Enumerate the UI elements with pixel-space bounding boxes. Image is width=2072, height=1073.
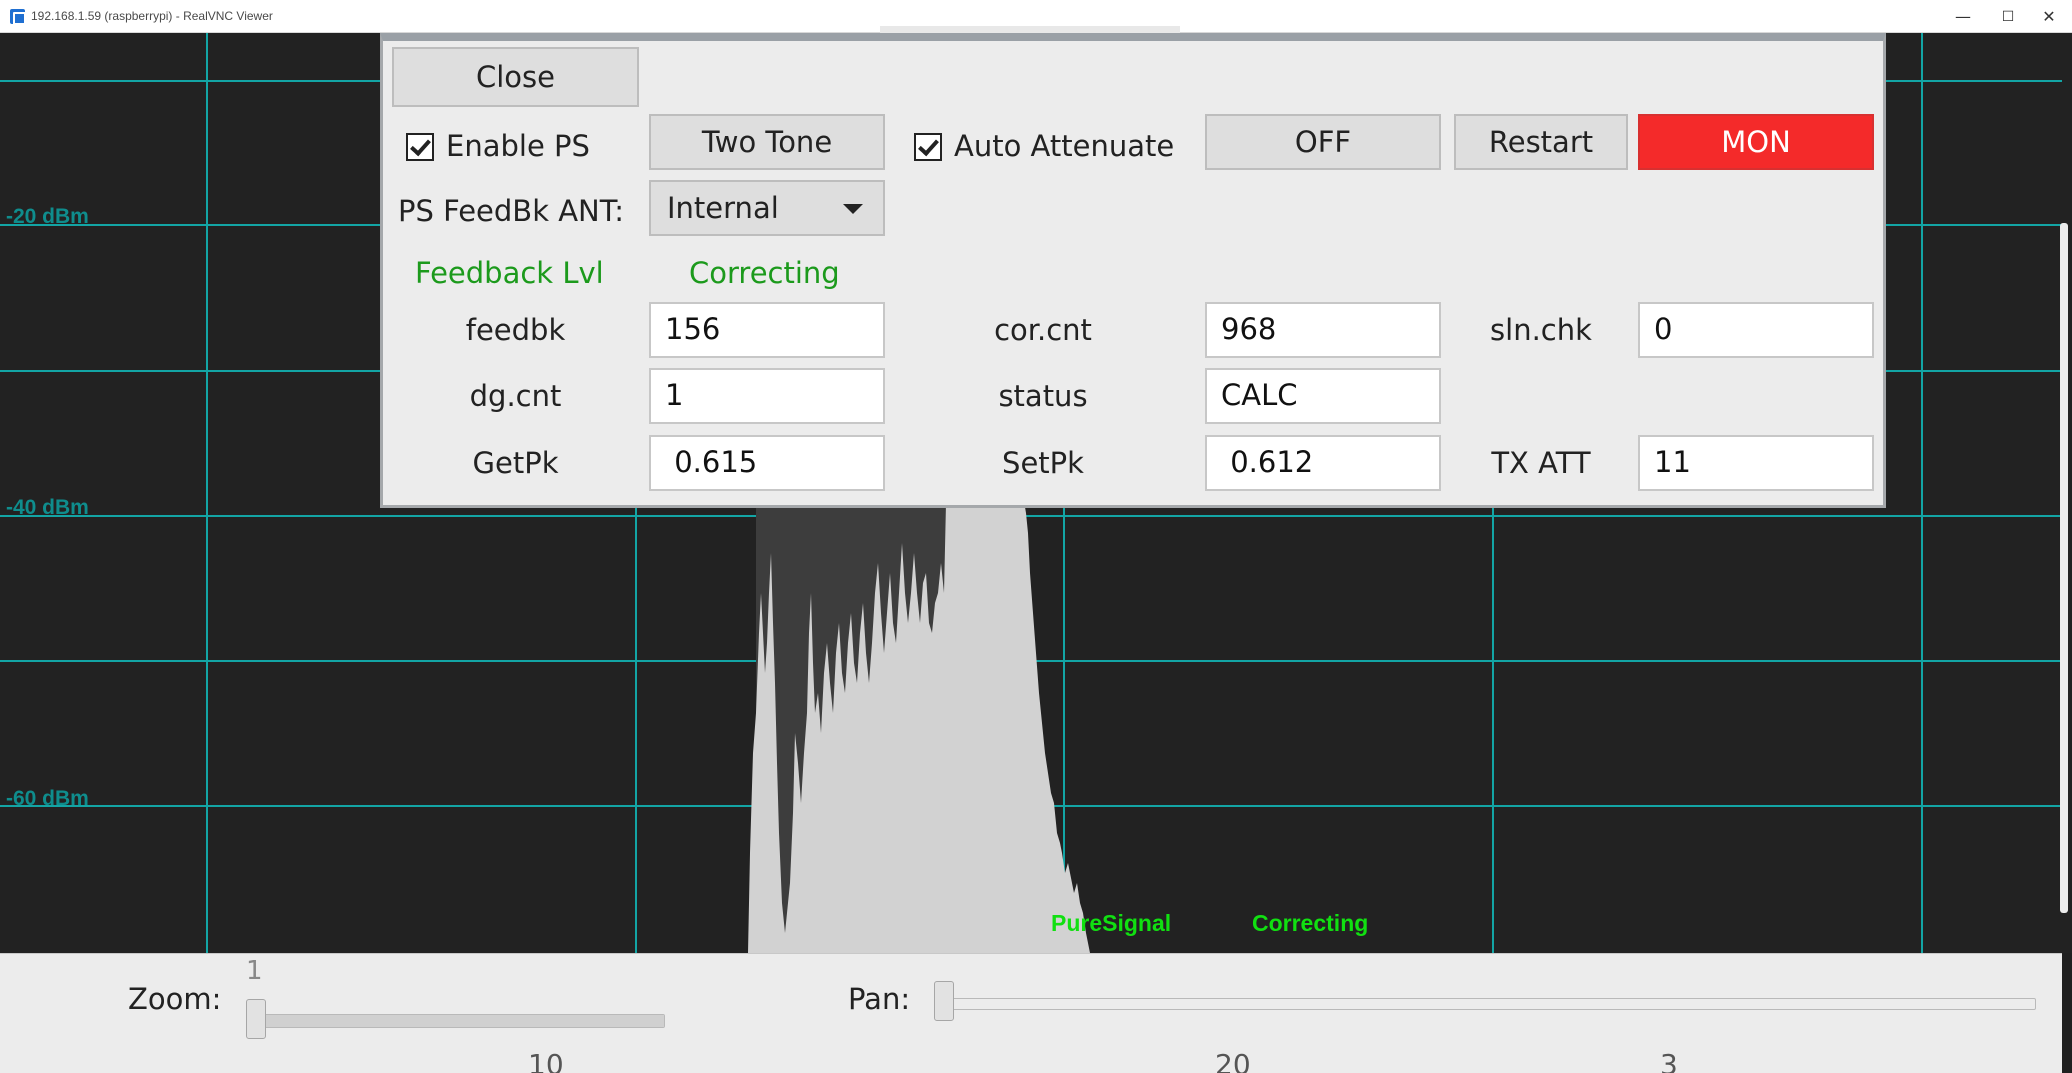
checkmark-icon xyxy=(410,134,431,157)
dg-cnt-label: dg.cnt xyxy=(469,379,562,413)
zoom-slider-fill xyxy=(249,1015,664,1027)
enable-ps-checkbox[interactable]: Enable PS xyxy=(406,129,596,169)
off-button[interactable]: OFF xyxy=(1205,114,1441,170)
zoom-slider-track[interactable] xyxy=(248,1014,665,1028)
sln-chk-field[interactable]: 0 xyxy=(1638,302,1874,358)
two-tone-button[interactable]: Two Tone xyxy=(649,114,885,170)
freq-label: 10 xyxy=(528,1048,564,1073)
status-label: status xyxy=(998,379,1088,413)
pan-slider-handle[interactable] xyxy=(934,981,954,1021)
sln-chk-label: sln.chk xyxy=(1490,313,1592,347)
freq-label: 3 xyxy=(1660,1048,1678,1073)
dbm-label-60: -60 dBm xyxy=(6,787,89,810)
getpk-label: GetPk xyxy=(472,446,559,480)
enable-ps-check-box[interactable] xyxy=(406,133,434,161)
puresignal-dialog: Close Enable PS Two Tone Auto Attenuate … xyxy=(380,33,1886,508)
zoom-pan-panel: Zoom: 1 Pan: 10 20 3 xyxy=(0,953,2062,1073)
vertical-scrollbar[interactable] xyxy=(2060,223,2068,913)
dg-cnt-field[interactable]: 1 xyxy=(649,368,885,424)
status-field[interactable]: CALC xyxy=(1205,368,1441,424)
feedbk-ant-value: Internal xyxy=(667,191,779,225)
close-button[interactable]: Close xyxy=(392,47,639,107)
cor-cnt-label: cor.cnt xyxy=(994,313,1092,347)
mon-button[interactable]: MON xyxy=(1638,114,1874,170)
dbm-label-40: -40 dBm xyxy=(6,496,89,519)
chevron-down-icon xyxy=(843,204,863,214)
enable-ps-label: Enable PS xyxy=(446,129,590,163)
minimize-icon[interactable]: — xyxy=(1940,4,1986,30)
auto-attenuate-label: Auto Attenuate xyxy=(954,129,1175,163)
zoom-value: 1 xyxy=(246,956,263,986)
auto-attenuate-checkbox[interactable]: Auto Attenuate xyxy=(914,129,1204,169)
vnc-app-icon xyxy=(10,9,26,25)
restart-button[interactable]: Restart xyxy=(1454,114,1628,170)
vnc-window: 192.168.1.59 (raspberrypi) - RealVNC Vie… xyxy=(0,0,2072,1073)
feedbk-ant-select[interactable]: Internal xyxy=(649,180,885,236)
feedbk-field[interactable]: 156 xyxy=(649,302,885,358)
pan-label: Pan: xyxy=(848,982,911,1016)
close-icon[interactable]: ✕ xyxy=(2026,4,2072,30)
window-title: 192.168.1.59 (raspberrypi) - RealVNC Vie… xyxy=(31,9,273,23)
correcting-indicator: Correcting xyxy=(689,256,840,290)
checkmark-icon xyxy=(918,134,939,157)
pan-slider-track[interactable] xyxy=(940,998,2036,1010)
feedbk-ant-label: PS FeedBk ANT: xyxy=(398,194,625,228)
feedback-lvl-indicator: Feedback Lvl xyxy=(415,256,604,290)
tx-att-label: TX ATT xyxy=(1491,446,1591,480)
tx-att-field[interactable]: 11 xyxy=(1638,435,1874,491)
zoom-label: Zoom: xyxy=(128,982,222,1016)
feedbk-label: feedbk xyxy=(465,313,566,347)
maximize-icon[interactable]: ☐ xyxy=(1985,4,2031,30)
cor-cnt-field[interactable]: 968 xyxy=(1205,302,1441,358)
freq-label: 20 xyxy=(1215,1048,1251,1073)
correcting-status-label: Correcting xyxy=(1252,910,1369,936)
puresignal-status-label: PureSignal xyxy=(1051,910,1172,936)
dbm-label-20: -20 dBm xyxy=(6,205,89,228)
auto-attenuate-check-box[interactable] xyxy=(914,133,942,161)
zoom-slider-handle[interactable] xyxy=(246,999,266,1039)
getpk-field[interactable]: 0.615 xyxy=(649,435,885,491)
setpk-label: SetPk xyxy=(1002,446,1084,480)
setpk-field[interactable]: 0.612 xyxy=(1205,435,1441,491)
